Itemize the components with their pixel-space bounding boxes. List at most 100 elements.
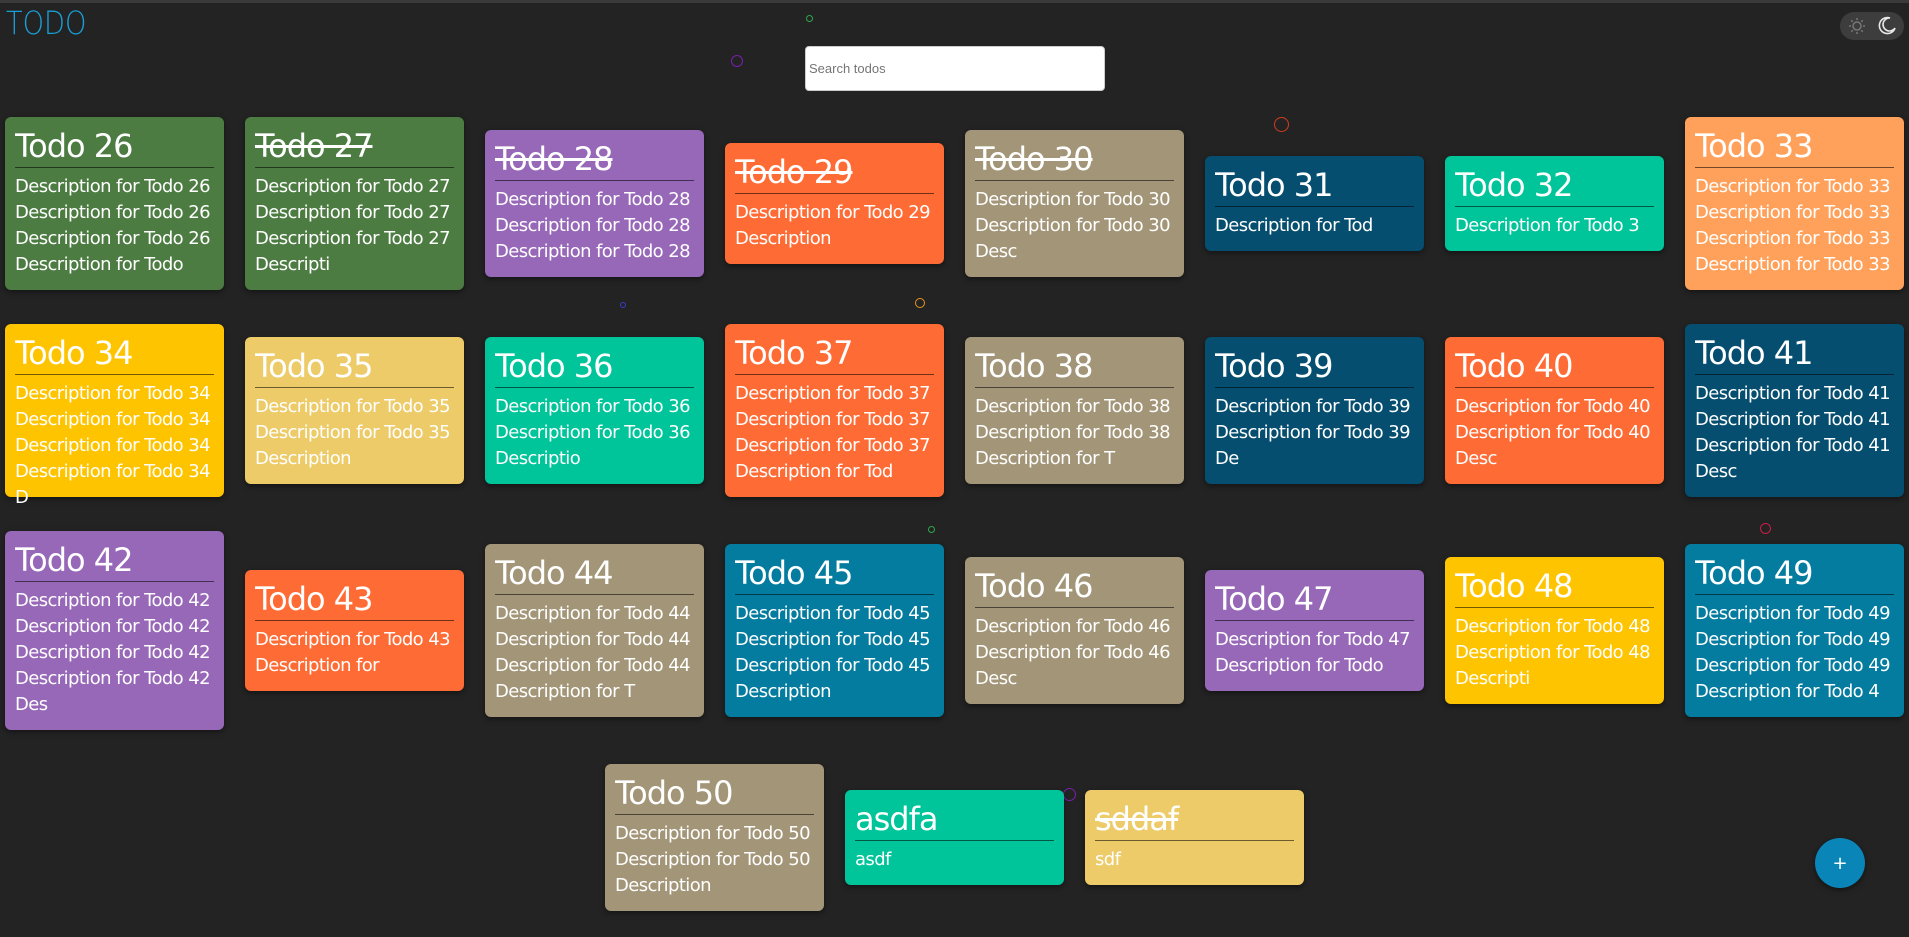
todo-description-line: Description for Todo 43: [255, 629, 451, 650]
todo-description-line: Des: [15, 694, 48, 715]
todo-title: Todo 42: [15, 541, 214, 582]
decorative-bubble: [1760, 523, 1771, 534]
todo-description-line: Description for Todo 50: [615, 849, 811, 870]
todo-card[interactable]: Todo 30 Description for Todo 30 Descriptio…: [965, 130, 1184, 277]
todo-description: asdf: [855, 847, 1054, 873]
todo-description-line: Description for Todo 44: [495, 603, 691, 624]
todo-title: asdfa: [855, 800, 1054, 841]
todo-description-line: Description for Todo 38: [975, 422, 1171, 443]
todo-title: Todo 44: [495, 554, 694, 595]
decorative-bubble: [731, 55, 743, 67]
todo-card[interactable]: Todo 42 Description for Todo 42 Descriptio…: [5, 531, 224, 730]
todo-description-line: Description for Todo 49: [1695, 603, 1891, 624]
todo-description-line: Desc: [975, 668, 1017, 689]
todo-description-line: Description for Todo 28: [495, 215, 691, 236]
decorative-bubble: [928, 526, 935, 533]
decorative-bubble: [1274, 117, 1289, 132]
todo-description-line: Description for Todo 29: [735, 202, 931, 223]
todo-title: Todo 33: [1695, 127, 1894, 168]
todo-description-line: Description for Todo 45: [735, 655, 931, 676]
todo-card[interactable]: Todo 44 Description for Todo 44 Descriptio…: [485, 544, 704, 717]
todo-description-line: Description for Todo 48: [1455, 642, 1651, 663]
add-todo-button[interactable]: +: [1815, 838, 1865, 888]
todo-description-line: Description for Tod: [1215, 215, 1373, 236]
todo-card[interactable]: Todo 46 Description for Todo 46 Descriptio…: [965, 557, 1184, 704]
todo-card[interactable]: Todo 45 Description for Todo 45 Descriptio…: [725, 544, 944, 717]
todo-description-line: Description for Todo 34: [15, 383, 211, 404]
decorative-bubble: [915, 298, 925, 308]
todo-description-line: Description for Todo 42: [15, 616, 211, 637]
todo-card[interactable]: Todo 38 Description for Todo 38 Descriptio…: [965, 337, 1184, 484]
todo-description-line: Description for Todo 41: [1695, 409, 1891, 430]
todo-card[interactable]: Todo 34 Description for Todo 34 Descriptio…: [5, 324, 224, 508]
todo-title: Todo 32: [1455, 166, 1654, 207]
todo-description-line: Description for Todo 44: [495, 655, 691, 676]
search-input[interactable]: [805, 46, 1105, 91]
todo-card[interactable]: Todo 36 Description for Todo 36 Descriptio…: [485, 337, 704, 484]
todo-description: Description for Todo 47 Description for T…: [1215, 627, 1414, 679]
todo-title: Todo 38: [975, 347, 1174, 388]
todo-description-line: Description for Todo 44: [495, 629, 691, 650]
todo-description-line: Descripti: [1455, 668, 1530, 689]
todo-description-line: Description for Todo 49: [1695, 629, 1891, 650]
todo-card[interactable]: Todo 43 Description for Todo 43 Descriptio…: [245, 570, 464, 691]
todo-description: Description for Todo 38 Description for T…: [975, 394, 1174, 472]
todo-card[interactable]: Todo 26 Description for Todo 26 Descriptio…: [5, 117, 224, 290]
todo-card[interactable]: Todo 35 Description for Todo 35 Descriptio…: [245, 337, 464, 484]
todo-description-line: sdf: [1095, 849, 1121, 870]
todo-description-line: Description for Todo 27: [255, 176, 451, 197]
todo-description: Description for Todo 36 Description for T…: [495, 394, 694, 472]
todo-card[interactable]: Todo 33 Description for Todo 33 Descriptio…: [1685, 117, 1904, 290]
todo-description-line: Description for Todo 37: [735, 435, 931, 456]
todo-card[interactable]: Todo 41 Description for Todo 41 Descriptio…: [1685, 324, 1904, 497]
todo-description-line: Desc: [975, 241, 1017, 262]
todo-card[interactable]: Todo 47 Description for Todo 47 Descriptio…: [1205, 570, 1424, 691]
todo-description-line: Description for Todo 37: [735, 383, 931, 404]
sun-icon[interactable]: [1846, 15, 1868, 37]
todo-description: Description for Todo 37 Description for T…: [735, 381, 934, 485]
todo-card[interactable]: Todo 50 Description for Todo 50 Descriptio…: [605, 764, 824, 911]
todo-title: Todo 35: [255, 347, 454, 388]
todo-title: Todo 37: [735, 334, 934, 375]
moon-icon[interactable]: [1876, 15, 1898, 37]
todo-card[interactable]: Todo 49 Description for Todo 49 Descriptio…: [1685, 544, 1904, 717]
todo-title: sddaf: [1095, 800, 1294, 841]
todo-title: Todo 29: [735, 153, 934, 194]
todo-description-line: Description for Todo: [15, 254, 184, 275]
todo-description: Description for Todo 41 Description for T…: [1695, 381, 1894, 485]
todo-card[interactable]: Todo 37 Description for Todo 37 Descriptio…: [725, 324, 944, 497]
todo-description: Description for Todo 42 Description for T…: [15, 588, 214, 718]
todo-description-line: Description for Todo 42: [15, 642, 211, 663]
todo-description-line: Description for Todo 41: [1695, 383, 1891, 404]
todo-card[interactable]: Todo 39 Description for Todo 39 Descriptio…: [1205, 337, 1424, 484]
todo-description-line: Description: [735, 228, 832, 249]
todo-description: Description for Todo 26 Description for T…: [15, 174, 214, 278]
todo-card[interactable]: Todo 29 Description for Todo 29 Descriptio…: [725, 143, 944, 264]
todo-description: Description for Todo 27 Description for T…: [255, 174, 454, 278]
todo-description-line: Description for Todo 34 D: [15, 461, 211, 508]
todo-card[interactable]: asdfa asdf: [845, 790, 1064, 885]
todo-card[interactable]: Todo 40 Description for Todo 40 Descriptio…: [1445, 337, 1664, 484]
todo-title: Todo 47: [1215, 580, 1414, 621]
todo-description: Description for Tod: [1215, 213, 1414, 239]
todo-description-line: Description for Todo 37: [735, 409, 931, 430]
todo-card[interactable]: sddaf sdf: [1085, 790, 1304, 885]
todo-title: Todo 43: [255, 580, 454, 621]
todo-description-line: Description for Todo 28: [495, 189, 691, 210]
todo-card[interactable]: Todo 27 Description for Todo 27 Descriptio…: [245, 117, 464, 290]
theme-toggle[interactable]: [1840, 12, 1904, 40]
todo-card[interactable]: Todo 31 Description for Tod: [1205, 156, 1424, 251]
todo-card[interactable]: Todo 48 Description for Todo 48 Descriptio…: [1445, 557, 1664, 704]
todo-title: Todo 46: [975, 567, 1174, 608]
todo-description-line: Description for Todo 35: [255, 396, 451, 417]
todo-card[interactable]: Todo 28 Description for Todo 28 Descriptio…: [485, 130, 704, 277]
todo-description-line: Description for Todo 4: [1695, 681, 1880, 702]
todo-description-line: Description for Todo 39: [1215, 396, 1411, 417]
todo-description: Description for Todo 3: [1455, 213, 1654, 239]
todo-description-line: Description for Todo 33: [1695, 228, 1891, 249]
todo-card[interactable]: Todo 32 Description for Todo 3: [1445, 156, 1664, 251]
todo-description-line: Description for Todo 40: [1455, 396, 1651, 417]
todo-description-line: Description for Todo 42: [15, 668, 211, 689]
todo-description-line: Description: [615, 875, 712, 896]
todo-title: Todo 50: [615, 774, 814, 815]
